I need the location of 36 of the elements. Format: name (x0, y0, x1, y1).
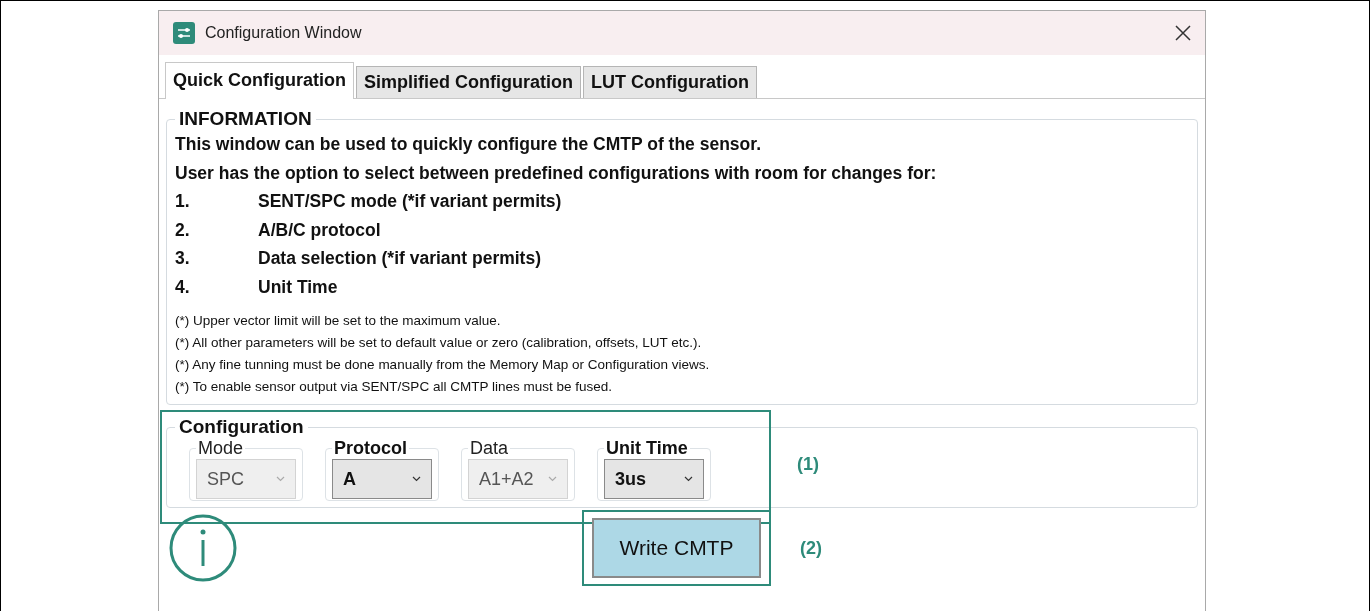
field-label: Protocol (333, 438, 408, 459)
note-text: (*) Any fine tunning must be done manually from the Memory Map or Configuration views. (175, 356, 711, 374)
note-text: (*) Upper vector limit will be set to the maximum value. (175, 312, 502, 330)
tab[interactable]: Simplified Configuration (356, 66, 581, 98)
list-text: Unit Time (258, 275, 338, 299)
list-text: A/B/C protocol (258, 218, 381, 242)
field-label: Mode (197, 438, 245, 459)
panel-legend: INFORMATION (175, 108, 316, 130)
list-number: 2. (175, 218, 191, 242)
field-label: Unit Time (605, 438, 689, 459)
close-icon[interactable] (1175, 25, 1191, 41)
list-number: 4. (175, 275, 191, 299)
info-text: This window can be used to quickly configure the CMTP of the sensor. (175, 133, 762, 156)
callout-label: (2) (800, 537, 822, 559)
list-number: 3. (175, 247, 191, 270)
field-label: Data (469, 438, 510, 459)
write-button[interactable]: Write CMTP (592, 518, 761, 578)
info-text: User has the option to select between predefined configurations with room for changes for: (175, 161, 938, 185)
tab[interactable]: Quick Configuration (165, 62, 354, 99)
note-text: (*) To enable sensor output via SENT/SPC all CMTP lines must be fused. (175, 378, 613, 396)
list-text: SENT/SPC mode (*if variant permits) (258, 190, 562, 213)
caret-icon (548, 476, 557, 482)
app-icon (173, 22, 195, 44)
caret-icon (684, 476, 693, 482)
note-text: (*) All other parameters will be set to default value or zero (calibration, offsets, LUT etc.). (175, 334, 703, 352)
window-title: Configuration Window (205, 24, 362, 42)
caret-icon (412, 476, 421, 482)
list-text: Data selection (*if variant permits) (258, 247, 541, 270)
caret-icon (276, 476, 285, 482)
list-number: 1. (175, 190, 191, 213)
dropdown[interactable]: 3us (604, 459, 704, 499)
callout-label: (1) (797, 454, 819, 475)
panel-legend: Configuration (175, 416, 308, 438)
dropdown[interactable]: A (332, 459, 432, 499)
info-icon[interactable] (169, 514, 237, 582)
tab[interactable]: LUT Configuration (583, 66, 757, 98)
